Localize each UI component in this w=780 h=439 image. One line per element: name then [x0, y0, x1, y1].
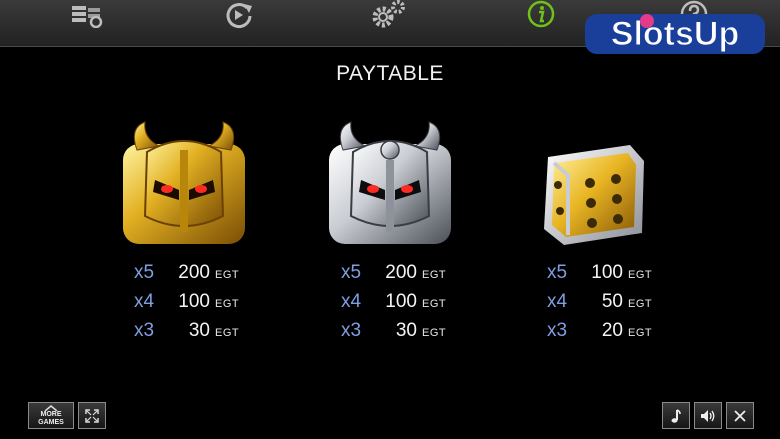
- payout-amount: 30: [395, 320, 417, 341]
- gold-helmet-symbol: [119, 120, 249, 250]
- currency-label: EGT: [422, 269, 447, 281]
- multiplier: x4: [547, 291, 568, 312]
- multiplier: x4: [341, 291, 362, 312]
- multiplier: x3: [341, 320, 362, 341]
- multiplier: x5: [134, 262, 155, 283]
- payout-amount: 100: [385, 291, 417, 312]
- fullscreen-icon: [85, 408, 99, 423]
- payout-row: x3 20 EGT: [547, 320, 687, 349]
- payout-row: x3 30 EGT: [341, 320, 481, 349]
- paytable-title: PAYTABLE: [336, 62, 444, 85]
- currency-label: EGT: [215, 327, 240, 339]
- currency-label: EGT: [628, 298, 653, 310]
- gold-helmet-payouts: x5 200 EGT x4 100 EGT x3 30 EGT: [134, 262, 274, 349]
- payout-row: x4 100 EGT: [134, 291, 274, 320]
- payout-amount: 200: [178, 262, 210, 283]
- multiplier: x5: [341, 262, 362, 283]
- currency-label: EGT: [215, 298, 240, 310]
- payout-amount: 100: [178, 291, 210, 312]
- silver-helmet-symbol: [325, 120, 455, 250]
- info-icon[interactable]: [519, 0, 563, 30]
- payout-amount: 50: [601, 291, 623, 312]
- stack-settings-icon[interactable]: [64, 0, 108, 30]
- payout-row: x5 100 EGT: [547, 262, 687, 291]
- silver-helmet-payouts: x5 200 EGT x4 100 EGT x3 30 EGT: [341, 262, 481, 349]
- payout-amount: 200: [385, 262, 417, 283]
- fullscreen-button[interactable]: [78, 402, 106, 429]
- close-icon: [734, 409, 746, 422]
- payout-amount: 30: [188, 320, 210, 341]
- payout-row: x4 100 EGT: [341, 291, 481, 320]
- svg-text:SlotsUp: SlotsUp: [611, 15, 739, 53]
- slotsup-logo: SlotsUp: [583, 10, 767, 56]
- replay-icon[interactable]: [217, 0, 261, 30]
- close-button[interactable]: [726, 402, 754, 429]
- multiplier: x3: [547, 320, 568, 341]
- gears-icon[interactable]: [366, 0, 410, 30]
- multiplier: x4: [134, 291, 155, 312]
- currency-label: EGT: [628, 327, 653, 339]
- payout-row: x5 200 EGT: [134, 262, 274, 291]
- multiplier: x3: [134, 320, 155, 341]
- currency-label: EGT: [628, 269, 653, 281]
- sound-button[interactable]: [694, 402, 722, 429]
- payout-row: x4 50 EGT: [547, 291, 687, 320]
- more-games-label-line2: GAMES: [38, 418, 64, 426]
- payout-row: x3 30 EGT: [134, 320, 274, 349]
- more-games-button[interactable]: MORE GAMES: [28, 402, 74, 429]
- more-games-label-line1: MORE: [40, 410, 62, 418]
- multiplier: x5: [547, 262, 568, 283]
- gold-dice-payouts: x5 100 EGT x4 50 EGT x3 20 EGT: [547, 262, 687, 349]
- payout-amount: 100: [591, 262, 623, 283]
- gold-dice-symbol: [534, 135, 654, 255]
- sound-icon: [701, 409, 715, 422]
- music-icon: [671, 408, 681, 423]
- currency-label: EGT: [215, 269, 240, 281]
- currency-label: EGT: [422, 298, 447, 310]
- payout-row: x5 200 EGT: [341, 262, 481, 291]
- currency-label: EGT: [422, 327, 447, 339]
- payout-amount: 20: [601, 320, 623, 341]
- music-button[interactable]: [662, 402, 690, 429]
